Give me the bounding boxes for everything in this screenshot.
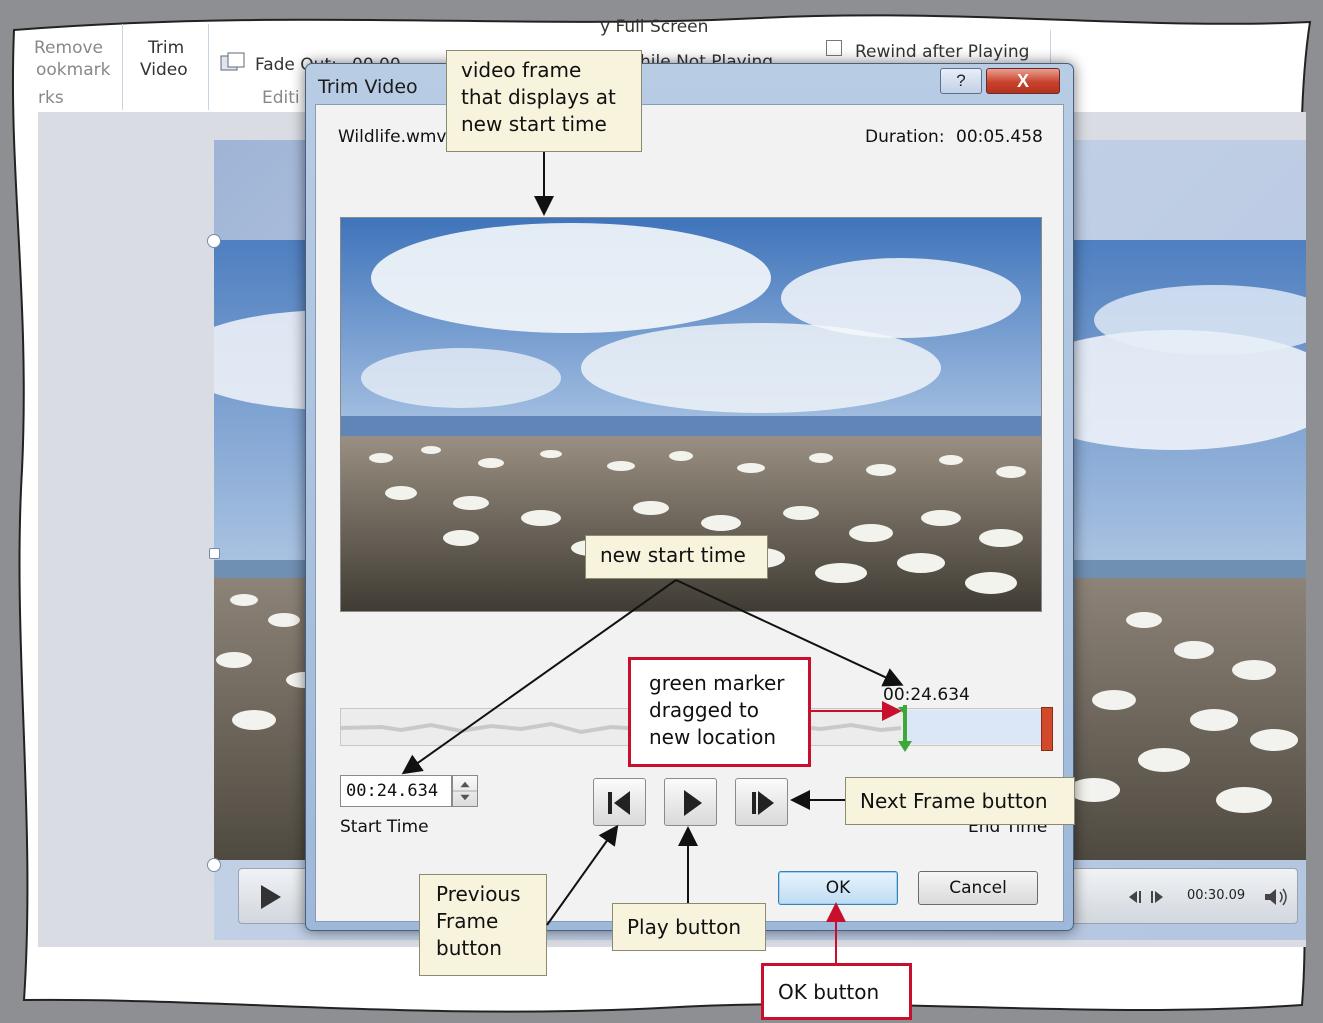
cancel-button[interactable]: Cancel (918, 871, 1038, 905)
callout-next-frame: Next Frame button (845, 777, 1075, 825)
resize-handle[interactable] (207, 234, 221, 248)
duration-value: 00:05.458 (956, 127, 1043, 147)
player-time: 00:30.09 (1187, 888, 1246, 903)
previous-frame-button[interactable] (593, 778, 646, 826)
callout-play: Play button (612, 903, 766, 951)
fade-icon (220, 52, 245, 71)
editing-group-label: Editi (262, 88, 300, 108)
previous-next-frame-icon[interactable] (1127, 889, 1167, 905)
red-end-marker[interactable] (1041, 707, 1053, 751)
close-icon[interactable]: X (986, 68, 1060, 94)
rewind-after-playing-label[interactable]: Rewind after Playing (855, 42, 1029, 62)
next-frame-icon (752, 791, 774, 815)
ribbon-divider (208, 24, 209, 110)
callout-new-start-time: new start time (585, 535, 768, 579)
callout-ok: OK button (761, 963, 912, 1020)
green-start-marker[interactable] (897, 705, 913, 753)
dialog-title: Trim Video (318, 76, 418, 98)
ribbon-divider (122, 24, 123, 110)
trim-selection (906, 710, 1046, 744)
spinner-arrows-icon[interactable] (452, 775, 478, 807)
start-time-input[interactable]: 00:24.634 (340, 775, 452, 807)
remove-bookmark-label-2[interactable]: ookmark (36, 60, 110, 80)
callout-previous-frame: Previous Frame button (419, 874, 547, 976)
resize-handle[interactable] (207, 858, 221, 872)
trim-video-button-label[interactable]: Trim (148, 38, 184, 58)
previous-frame-icon (608, 791, 630, 815)
play-button[interactable] (664, 778, 717, 826)
play-full-screen-checkbox-label[interactable]: y Full Screen (600, 17, 708, 37)
callout-video-frame: video frame that displays at new start t… (446, 50, 642, 152)
rewind-checkbox[interactable] (826, 40, 842, 56)
marker-time: 00:24.634 (883, 685, 970, 705)
callout-green-marker: green marker dragged to new location (628, 657, 811, 767)
file-name: Wildlife.wmv (338, 127, 447, 147)
start-time-label: Start Time (340, 817, 429, 837)
ok-button[interactable]: OK (778, 871, 898, 905)
resize-handle[interactable] (209, 548, 220, 559)
remove-bookmark-label[interactable]: Remove (34, 38, 103, 58)
next-frame-button[interactable] (735, 778, 788, 826)
volume-icon[interactable] (1263, 887, 1291, 907)
play-icon (684, 790, 702, 816)
help-icon[interactable]: ? (940, 68, 982, 94)
play-icon[interactable] (259, 883, 283, 911)
trim-video-button-label-2[interactable]: Video (140, 60, 188, 80)
duration-label: Duration: (865, 127, 945, 147)
bookmarks-group-label: rks (38, 88, 64, 108)
